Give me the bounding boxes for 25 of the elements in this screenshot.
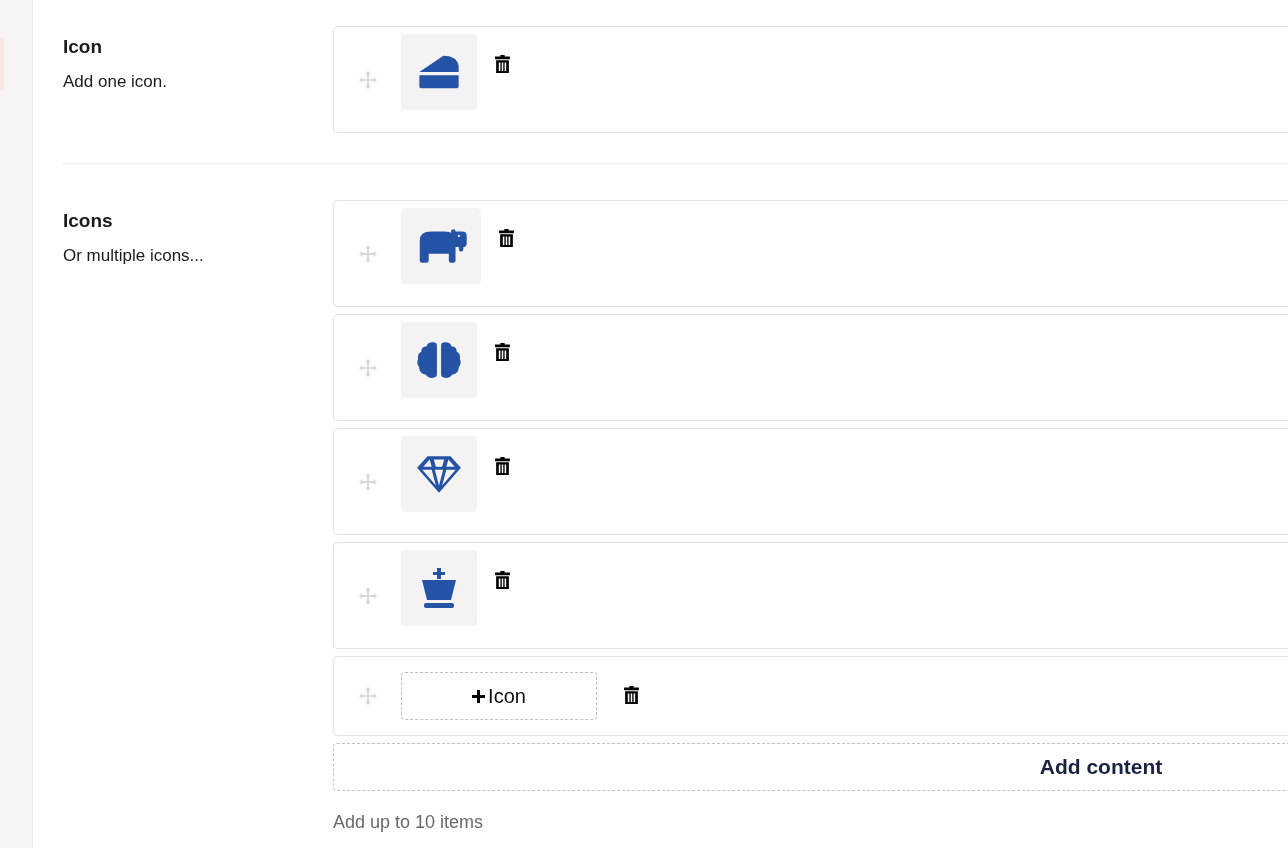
hint-text: Add up to 10 items bbox=[333, 812, 485, 833]
trash-icon[interactable] bbox=[495, 342, 510, 361]
add-icon-button[interactable]: Icon bbox=[401, 672, 597, 720]
plus-icon bbox=[472, 689, 486, 703]
icon-tile[interactable] bbox=[401, 435, 477, 512]
trash-icon[interactable] bbox=[495, 570, 510, 589]
move-handle-icon[interactable] bbox=[359, 472, 377, 491]
field-description: Or multiple icons... bbox=[63, 246, 205, 266]
trash-icon[interactable] bbox=[495, 54, 510, 73]
icon-tile[interactable] bbox=[401, 549, 477, 626]
icon-tile[interactable] bbox=[401, 321, 477, 398]
icon-tile[interactable] bbox=[401, 207, 481, 284]
move-handle-icon[interactable] bbox=[359, 358, 377, 377]
move-handle-icon[interactable] bbox=[359, 687, 377, 705]
move-handle-icon[interactable] bbox=[359, 70, 377, 89]
trash-icon[interactable] bbox=[499, 228, 514, 247]
trash-icon[interactable] bbox=[624, 686, 639, 704]
field-description: Add one icon. bbox=[63, 72, 168, 92]
icon-tile[interactable] bbox=[401, 33, 477, 110]
field-title: Icon bbox=[63, 36, 104, 58]
move-handle-icon[interactable] bbox=[359, 586, 377, 605]
field-title: Icons bbox=[63, 210, 114, 232]
add-content-button[interactable]: Add content bbox=[333, 743, 1288, 791]
move-handle-icon[interactable] bbox=[359, 244, 377, 263]
trash-icon[interactable] bbox=[495, 456, 510, 475]
